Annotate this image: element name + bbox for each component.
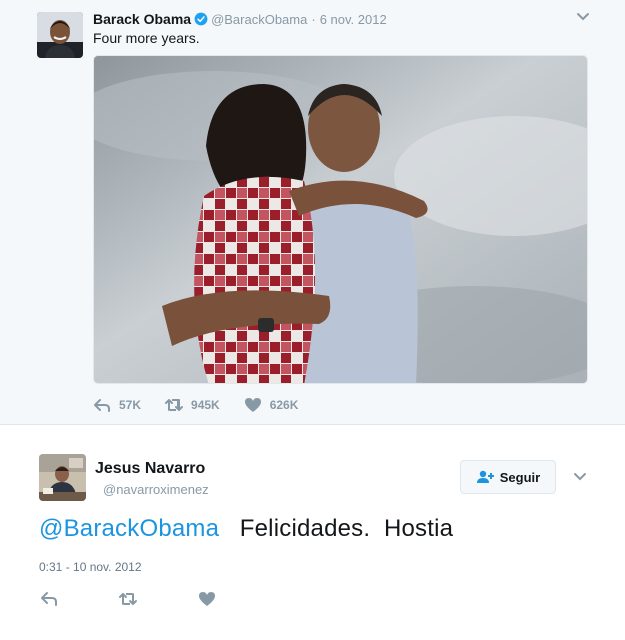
- navarro-avatar[interactable]: [39, 454, 86, 501]
- reply-icon[interactable]: [39, 590, 59, 608]
- retweet-icon[interactable]: [118, 590, 138, 608]
- tweet-text: @BarackObama Felicidades. Hostia: [39, 515, 453, 543]
- retweet-icon: [165, 399, 184, 411]
- add-user-icon: [476, 470, 494, 483]
- reply-count: 57K: [119, 398, 142, 412]
- tweet-timestamp[interactable]: 0:31 - 10 nov. 2012: [39, 560, 142, 574]
- heart-icon[interactable]: [197, 590, 217, 608]
- mention-link[interactable]: @BarackObama: [39, 515, 219, 542]
- follow-label: Seguir: [499, 469, 541, 485]
- retweet-count: 945K: [191, 398, 220, 412]
- verified-badge-icon: [194, 12, 208, 26]
- tweet-photo[interactable]: [93, 55, 588, 384]
- author-name[interactable]: Jesus Navarro: [95, 460, 205, 478]
- obama-avatar[interactable]: [37, 12, 83, 58]
- heart-icon: [244, 398, 261, 412]
- chevron-down-icon[interactable]: [572, 470, 588, 484]
- author-handle[interactable]: @navarroximenez: [103, 482, 209, 497]
- quoted-tweet[interactable]: Barack Obama @BarackObama · 6 nov. 2012 …: [0, 0, 625, 425]
- retweet-button[interactable]: 945K: [165, 397, 220, 413]
- like-count: 626K: [269, 398, 299, 412]
- author-handle[interactable]: @BarackObama: [211, 12, 307, 27]
- tweet-date[interactable]: 6 nov. 2012: [320, 12, 387, 27]
- reply-icon: [94, 399, 110, 412]
- chevron-down-icon[interactable]: [575, 10, 591, 24]
- header-separator: ·: [311, 11, 316, 27]
- quoted-tweet-actions: 57K 945K 626K: [93, 396, 322, 414]
- like-button[interactable]: 626K: [244, 397, 299, 413]
- tweet-text-body: Felicidades. Hostia: [219, 515, 454, 542]
- reply-button[interactable]: 57K: [93, 397, 141, 413]
- follow-button[interactable]: Seguir: [460, 460, 556, 494]
- quoted-tweet-header: Barack Obama @BarackObama · 6 nov. 2012: [93, 10, 387, 28]
- author-name[interactable]: Barack Obama: [93, 11, 191, 27]
- quoted-tweet-text: Four more years.: [93, 30, 200, 46]
